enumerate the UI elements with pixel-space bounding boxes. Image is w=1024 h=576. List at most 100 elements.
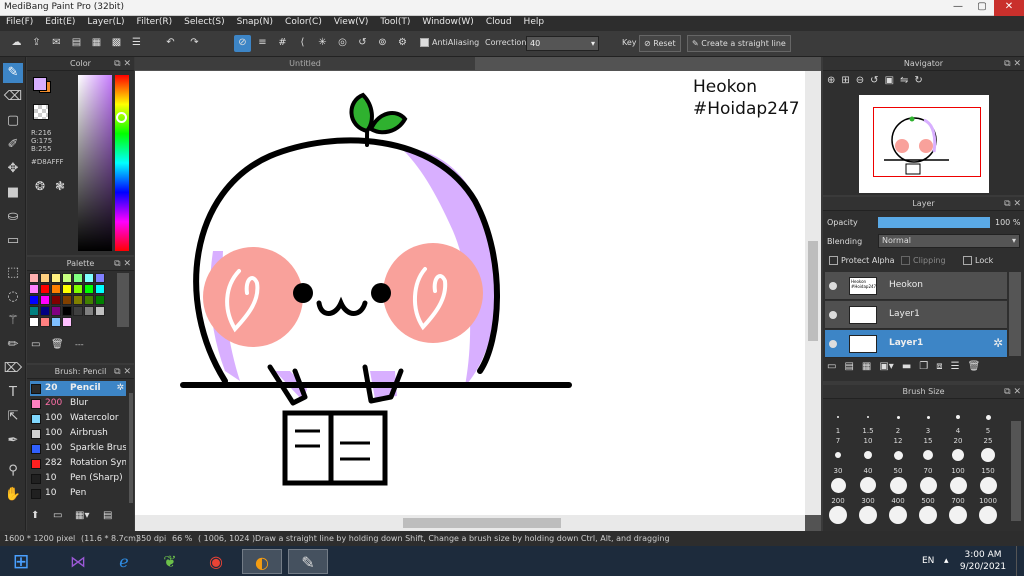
palette-swatch[interactable] bbox=[29, 273, 39, 283]
palette-swatch[interactable] bbox=[84, 273, 94, 283]
document-icon[interactable]: ▦ bbox=[88, 35, 105, 52]
undo-icon[interactable]: ↶ bbox=[162, 35, 179, 52]
palette-swatch[interactable] bbox=[29, 284, 39, 294]
palette-swatch[interactable] bbox=[84, 306, 94, 316]
menu-select[interactable]: Select(S) bbox=[178, 16, 231, 31]
palette-swatch[interactable] bbox=[40, 295, 50, 305]
eraser-tool-icon[interactable]: ⌫ bbox=[3, 87, 23, 107]
bucket-tool-icon[interactable]: ⛀ bbox=[3, 207, 23, 227]
palette-swatch[interactable] bbox=[51, 273, 61, 283]
fit-icon[interactable]: ⊞ bbox=[841, 75, 849, 86]
palette-swatch[interactable] bbox=[73, 306, 83, 316]
concentric-snap-icon[interactable]: ⊚ bbox=[374, 35, 391, 52]
brush-size-option[interactable]: 500 bbox=[915, 497, 941, 525]
brush-size-option[interactable]: 400 bbox=[885, 497, 911, 525]
delete-brush-icon[interactable]: ▤ bbox=[103, 510, 112, 521]
new-palette-icon[interactable]: ▭ bbox=[31, 339, 40, 350]
palette-swatch[interactable] bbox=[29, 306, 39, 316]
brush-size-option[interactable]: 1.5 bbox=[855, 407, 881, 435]
list-icon[interactable]: ☰ bbox=[128, 35, 145, 52]
tray-arrow-icon[interactable]: ▴ bbox=[944, 556, 949, 566]
palette-swatch[interactable] bbox=[29, 317, 39, 327]
zoom-out-icon[interactable]: ⊖ bbox=[856, 75, 864, 86]
brush-size-option[interactable]: 15 bbox=[915, 437, 941, 465]
color-wheel-icon[interactable]: ❂ bbox=[35, 179, 45, 193]
new-layer-icon[interactable]: ▭ bbox=[827, 361, 836, 372]
show-desktop-button[interactable] bbox=[1016, 546, 1024, 576]
main-color-swatch[interactable] bbox=[33, 77, 47, 91]
layer-row-layer1-selected[interactable]: Layer1 ✲ bbox=[825, 330, 1007, 358]
move-tool-icon[interactable]: ✥ bbox=[3, 159, 23, 179]
lock-checkbox[interactable]: Lock bbox=[963, 256, 993, 265]
select-eraser-icon[interactable]: ⌦ bbox=[3, 359, 23, 379]
menu-window[interactable]: Window(W) bbox=[416, 16, 479, 31]
panel-close-icon[interactable]: ⧉ ✕ bbox=[1004, 197, 1021, 211]
start-button-icon[interactable]: ⊞ bbox=[2, 549, 40, 574]
circle-snap-icon[interactable]: ◎ bbox=[334, 35, 351, 52]
palette-swatch[interactable] bbox=[84, 295, 94, 305]
document-tab[interactable]: Untitled bbox=[135, 57, 475, 70]
brush-size-option[interactable]: 2 bbox=[885, 407, 911, 435]
brush-size-option[interactable]: 150 bbox=[975, 467, 1001, 495]
rotate-right-icon[interactable]: ↻ bbox=[914, 75, 922, 86]
brush-item[interactable]: 10 Pen (Sharp) bbox=[30, 471, 126, 486]
perspective-snap-icon[interactable]: ⟨ bbox=[294, 35, 311, 52]
dot-tool-icon[interactable]: ▢ bbox=[3, 111, 23, 131]
brush-item[interactable]: 100 Airbrush bbox=[30, 426, 126, 441]
brush-size-option[interactable]: 30 bbox=[825, 467, 851, 495]
rotate-left-icon[interactable]: ↺ bbox=[870, 75, 878, 86]
snap-off-icon[interactable]: ⊘ bbox=[234, 35, 251, 52]
palette-scrollbar[interactable] bbox=[117, 273, 129, 327]
blending-select[interactable]: Normal ▾ bbox=[878, 234, 1020, 248]
comment-icon[interactable]: ✉ bbox=[48, 35, 65, 52]
pen-tool-icon[interactable]: ✐ bbox=[3, 135, 23, 155]
medibang-taskbar-icon[interactable]: ◐ bbox=[242, 549, 282, 574]
palette-swatch[interactable] bbox=[51, 295, 61, 305]
palette-swatch[interactable] bbox=[62, 306, 72, 316]
menu-snap[interactable]: Snap(N) bbox=[231, 16, 279, 31]
magic-wand-icon[interactable]: ⚚ bbox=[3, 311, 23, 331]
curve-snap-icon[interactable]: ↺ bbox=[354, 35, 371, 52]
palette-swatch[interactable] bbox=[40, 273, 50, 283]
gear-icon[interactable]: ✲ bbox=[993, 336, 1003, 350]
menu-filter[interactable]: Filter(R) bbox=[131, 16, 179, 31]
grid-snap-icon[interactable]: # bbox=[274, 35, 291, 52]
brush-scrollbar[interactable] bbox=[129, 393, 133, 503]
layer-row-heokon[interactable]: Heokon #Hoidap247 Heokon bbox=[825, 272, 1007, 300]
brush-size-option[interactable]: 5 bbox=[975, 407, 1001, 435]
close-button[interactable]: ✕ bbox=[994, 0, 1024, 16]
brush-size-option[interactable]: 40 bbox=[855, 467, 881, 495]
brush-size-option[interactable]: 100 bbox=[945, 467, 971, 495]
eye-icon[interactable] bbox=[829, 340, 837, 348]
reset-button[interactable]: ⊘ Reset bbox=[639, 35, 681, 52]
add-brush-icon[interactable]: ⬆ bbox=[31, 510, 39, 521]
palette-swatch[interactable] bbox=[84, 284, 94, 294]
layer-scrollbar[interactable] bbox=[1009, 272, 1021, 356]
chrome-icon[interactable]: ◉ bbox=[196, 549, 236, 574]
visual-studio-icon[interactable]: ⋈ bbox=[58, 549, 98, 574]
zoom-in-icon[interactable]: ⊕ bbox=[827, 75, 835, 86]
brush-item[interactable]: 20 Pencil ✲ bbox=[30, 381, 126, 396]
protect-alpha-checkbox[interactable]: Protect Alpha bbox=[829, 256, 895, 265]
horizontal-scroll-thumb[interactable] bbox=[403, 518, 561, 528]
brush-tool-icon[interactable]: ✎ bbox=[3, 63, 23, 83]
brush-item[interactable]: 10 Pen bbox=[30, 486, 126, 501]
hand-tool-icon[interactable]: ✋ bbox=[3, 485, 23, 505]
snap-settings-icon[interactable]: ⚙ bbox=[394, 35, 411, 52]
new-halftone-layer-icon[interactable]: ▤ bbox=[844, 361, 853, 372]
correction-select[interactable]: 40 ▾ bbox=[526, 36, 599, 51]
menu-cloud[interactable]: Cloud bbox=[480, 16, 518, 31]
folder-icon[interactable]: ▬ bbox=[902, 361, 911, 372]
material-icon[interactable]: ▩ bbox=[108, 35, 125, 52]
operation-tool-icon[interactable]: ⇱ bbox=[3, 407, 23, 427]
brush-menu-icon[interactable]: ▦▾ bbox=[75, 510, 89, 521]
palette-swatch[interactable] bbox=[62, 273, 72, 283]
gear-icon[interactable]: ✲ bbox=[116, 381, 124, 396]
brush-size-option[interactable]: 70 bbox=[915, 467, 941, 495]
drawing-canvas[interactable]: Heokon #Hoidap247 bbox=[135, 71, 805, 515]
palette-swatch[interactable] bbox=[62, 317, 72, 327]
brush-size-option[interactable]: 700 bbox=[945, 497, 971, 525]
cloud-icon[interactable]: ☁ bbox=[8, 35, 25, 52]
lasso-tool-icon[interactable]: ◌ bbox=[3, 287, 23, 307]
menu-color[interactable]: Color(C) bbox=[279, 16, 328, 31]
